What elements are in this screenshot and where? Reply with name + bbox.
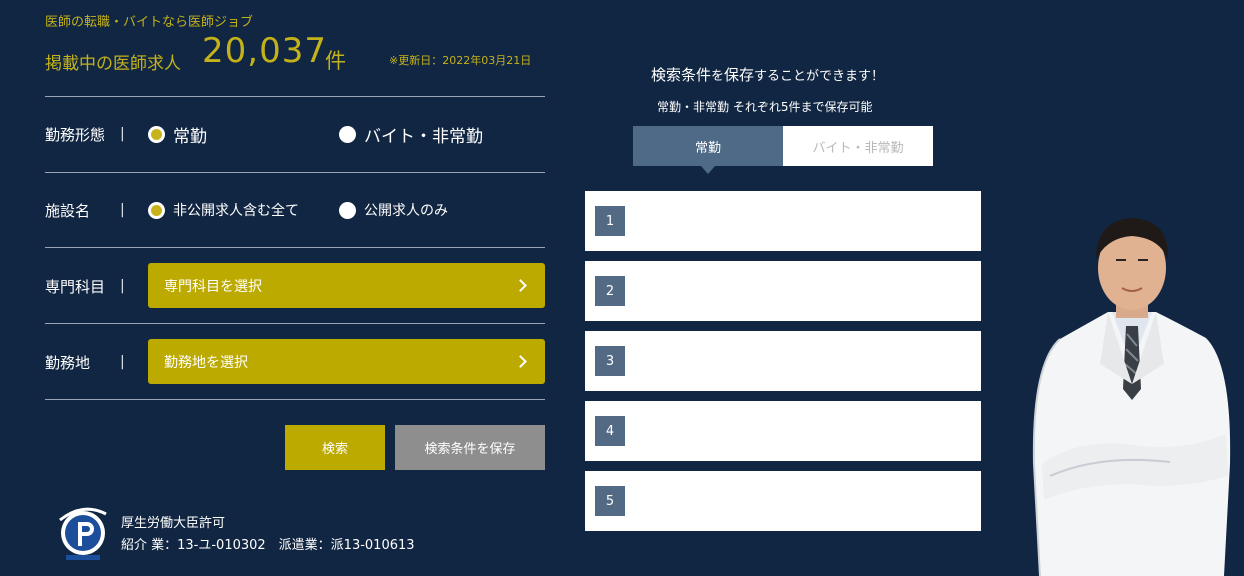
radio-fulltime[interactable]: 常勤 xyxy=(148,122,207,147)
saved-conditions-heading: 検索条件を保存することができます！ xyxy=(651,64,884,85)
license-title: 厚生労働大臣許可 xyxy=(121,516,226,531)
tab-parttime[interactable]: バイト・非常勤 xyxy=(783,126,933,166)
radio-all-jobs-label: 非公開求人含む全て xyxy=(173,203,299,219)
license-numbers: 紹介 業：13-ユ-010302 派遣業：派13-010613 xyxy=(121,538,415,553)
slot-number: 2 xyxy=(595,276,625,306)
slot-number: 4 xyxy=(595,416,625,446)
updated-date: ※更新日：2022年03月21日 xyxy=(389,54,532,67)
radio-checked-icon xyxy=(148,201,165,219)
job-count-label: 掲載中の医師求人 xyxy=(45,54,181,74)
divider xyxy=(45,96,545,97)
save-conditions-button[interactable]: 検索条件を保存 xyxy=(395,425,545,470)
heading-part: を xyxy=(711,69,725,84)
employment-type-label: 勤務形態 xyxy=(45,126,106,144)
saved-slot[interactable]: 2 xyxy=(585,261,981,321)
chevron-right-icon xyxy=(514,279,527,292)
select-location-label: 勤務地を選択 xyxy=(164,354,248,371)
radio-fulltime-label: 常勤 xyxy=(173,127,207,147)
select-specialty-label: 専門科目を選択 xyxy=(164,278,262,295)
location-label: 勤務地 xyxy=(45,354,91,372)
job-count-unit: 件 xyxy=(325,49,346,73)
doctor-photo xyxy=(1020,214,1244,576)
radio-public-only-label: 公開求人のみ xyxy=(364,203,448,219)
radio-unchecked-icon xyxy=(339,126,356,143)
heading-part: 保存 xyxy=(724,66,755,84)
saved-slot[interactable]: 5 xyxy=(585,471,981,531)
select-specialty-button[interactable]: 専門科目を選択 xyxy=(148,263,545,308)
specialty-label: 専門科目 xyxy=(45,278,106,296)
row-separator: | xyxy=(120,278,125,294)
saved-slot[interactable]: 3 xyxy=(585,331,981,391)
heading-part: 検索条件 xyxy=(651,66,712,84)
select-location-button[interactable]: 勤務地を選択 xyxy=(148,339,545,384)
job-count-number: 20,037 xyxy=(202,31,327,71)
chevron-right-icon xyxy=(514,355,527,368)
row-separator: | xyxy=(120,126,125,142)
facility-label: 施設名 xyxy=(45,202,91,220)
divider xyxy=(45,399,545,400)
slot-number: 5 xyxy=(595,486,625,516)
slot-number: 3 xyxy=(595,346,625,376)
search-button[interactable]: 検索 xyxy=(285,425,385,470)
privacy-mark-logo xyxy=(52,500,114,562)
heading-part: することができます！ xyxy=(754,69,885,84)
radio-parttime[interactable]: バイト・非常勤 xyxy=(339,122,483,147)
divider xyxy=(45,323,545,324)
radio-unchecked-icon xyxy=(339,201,356,219)
saved-conditions-subtitle: 常勤・非常勤 それぞれ5件まで保存可能 xyxy=(657,100,873,114)
slot-number: 1 xyxy=(595,206,625,236)
radio-checked-icon xyxy=(148,126,165,143)
row-separator: | xyxy=(120,354,125,370)
radio-all-jobs[interactable]: 非公開求人含む全て xyxy=(148,200,299,220)
radio-public-only[interactable]: 公開求人のみ xyxy=(339,200,448,220)
tab-fulltime[interactable]: 常勤 xyxy=(633,126,783,174)
saved-slot[interactable]: 1 xyxy=(585,191,981,251)
divider xyxy=(45,247,545,248)
saved-tabs: 常勤 バイト・非常勤 xyxy=(633,126,933,174)
divider xyxy=(45,172,545,173)
saved-slot[interactable]: 4 xyxy=(585,401,981,461)
site-tagline: 医師の転職・バイトなら医師ジョブ xyxy=(45,15,254,30)
row-separator: | xyxy=(120,202,125,218)
radio-parttime-label: バイト・非常勤 xyxy=(364,127,483,147)
